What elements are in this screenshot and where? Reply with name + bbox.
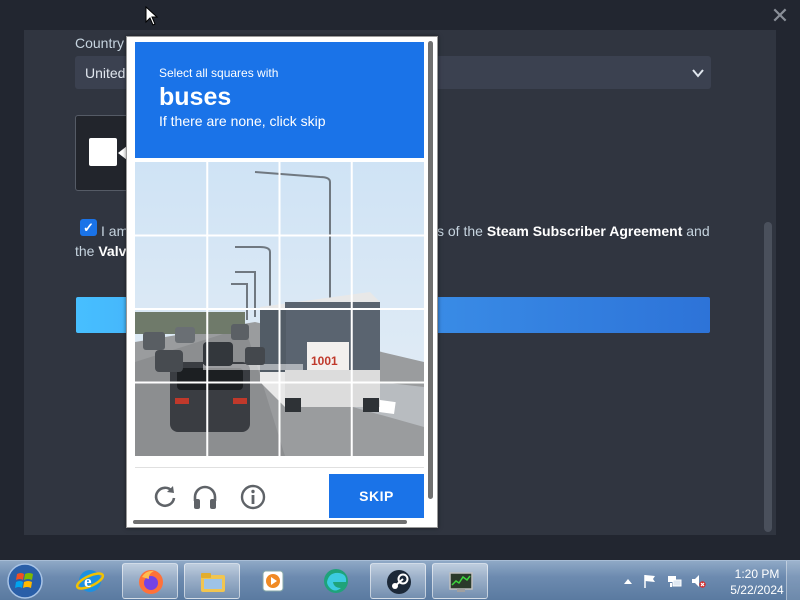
clock-time: 1:20 PM bbox=[734, 567, 780, 581]
folder-icon bbox=[201, 573, 225, 592]
show-desktop-button[interactable] bbox=[786, 561, 800, 600]
mouse-cursor-icon bbox=[145, 6, 159, 26]
taskbar-task-manager[interactable] bbox=[432, 563, 488, 599]
headphones-icon[interactable] bbox=[191, 483, 219, 511]
agree-text-terms: s of the Steam Subscriber Agreement and bbox=[437, 223, 710, 239]
captcha-checkbox[interactable] bbox=[89, 138, 117, 166]
agree-text-prefix: I am bbox=[101, 223, 129, 239]
network-icon[interactable] bbox=[666, 573, 682, 589]
clock-date: 5/22/2024 bbox=[730, 583, 784, 597]
windows-logo-icon bbox=[7, 563, 43, 599]
agree-text-line2: the Valv bbox=[75, 243, 126, 259]
reload-icon[interactable] bbox=[151, 483, 179, 511]
and-text: and bbox=[686, 223, 710, 239]
skip-button[interactable]: SKIP bbox=[329, 474, 424, 518]
volume-muted-icon[interactable] bbox=[690, 573, 706, 589]
steam-scrollbar[interactable] bbox=[764, 222, 772, 532]
start-button[interactable] bbox=[4, 562, 46, 600]
close-icon[interactable]: ✕ bbox=[768, 4, 792, 28]
country-label: Country bbox=[75, 35, 125, 51]
captcha-footer: SKIP bbox=[135, 467, 424, 518]
captcha-header: Select all squares with buses If there a… bbox=[135, 42, 424, 158]
taskbar: e 1:20 PM 5/22/2024 bbox=[0, 560, 800, 600]
taskbar-clock[interactable]: 1:20 PM 5/22/2024 bbox=[722, 566, 792, 598]
edge-icon bbox=[324, 569, 348, 593]
steam-icon bbox=[387, 570, 411, 594]
taskbar-internet-explorer[interactable]: e bbox=[62, 563, 118, 599]
taskbar-edge[interactable] bbox=[308, 563, 364, 599]
popup-vertical-scrollbar[interactable] bbox=[428, 41, 433, 499]
captcha-subtext: If there are none, click skip bbox=[159, 113, 326, 129]
firefox-icon bbox=[139, 570, 163, 594]
chevron-down-icon bbox=[692, 69, 704, 78]
system-tray: 1:20 PM 5/22/2024 bbox=[612, 561, 800, 600]
taskbar-steam[interactable] bbox=[370, 563, 426, 599]
info-icon[interactable] bbox=[239, 483, 267, 511]
country-value: United bbox=[85, 65, 126, 81]
captcha-target: buses bbox=[159, 83, 232, 111]
taskbar-file-explorer[interactable] bbox=[184, 563, 240, 599]
grid-lines bbox=[135, 162, 424, 456]
valve-privacy-link[interactable]: Valv bbox=[98, 243, 126, 259]
task-manager-icon bbox=[449, 572, 473, 592]
agree-checkbox[interactable]: ✓ bbox=[80, 219, 97, 236]
media-player-icon bbox=[262, 570, 284, 592]
captcha-instruction: Select all squares with bbox=[159, 66, 279, 80]
subscriber-agreement-link[interactable]: Steam Subscriber Agreement bbox=[487, 223, 683, 239]
agree-text-mid: s of the bbox=[437, 223, 483, 239]
show-hidden-icons-icon[interactable] bbox=[620, 573, 636, 589]
captcha-popup: Select all squares with buses If there a… bbox=[126, 36, 438, 528]
taskbar-media-player[interactable] bbox=[245, 563, 301, 599]
popup-horizontal-scrollbar[interactable] bbox=[133, 520, 407, 524]
captcha-image-grid[interactable]: 1001 bbox=[135, 162, 424, 456]
the-text: the bbox=[75, 243, 95, 259]
taskbar-firefox[interactable] bbox=[122, 563, 178, 599]
svg-text:e: e bbox=[84, 572, 92, 591]
internet-explorer-icon: e bbox=[75, 570, 105, 592]
action-center-flag-icon[interactable] bbox=[642, 573, 658, 589]
